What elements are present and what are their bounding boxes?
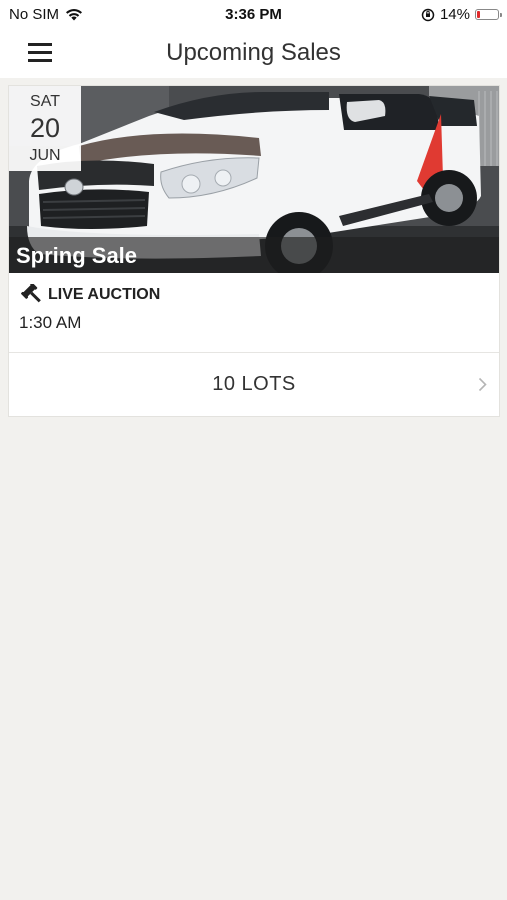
battery-percent: 14% <box>439 6 470 23</box>
chevron-right-icon <box>478 377 487 392</box>
sale-card[interactable]: SAT 20 JUN Spring Sale LIVE AUCTION 1:30… <box>8 85 500 417</box>
sale-time: 1:30 AM <box>19 313 82 332</box>
date-day: 20 <box>29 113 61 143</box>
nav-bar: Upcoming Sales <box>0 30 507 78</box>
battery-level <box>477 11 480 18</box>
sale-name[interactable]: Spring Sale <box>16 243 137 269</box>
date-weekday: SAT <box>30 93 60 110</box>
page-title: Upcoming Sales <box>166 39 341 66</box>
lots-button[interactable]: 10 LOTS <box>9 353 499 416</box>
auction-type: LIVE AUCTION <box>21 284 160 306</box>
date-month: JUN <box>29 147 61 164</box>
sale-name-band: Spring Sale <box>9 237 499 273</box>
orientation-lock-icon <box>421 8 435 21</box>
date-badge: SAT 20 JUN <box>9 86 81 171</box>
lots-label: 10 LOTS <box>212 373 296 395</box>
gavel-icon <box>21 284 41 303</box>
status-right: 14% <box>421 6 502 23</box>
auction-type-label: LIVE AUCTION <box>48 286 161 303</box>
status-bar: No SIM 3:36 PM 14% <box>0 0 507 30</box>
battery-icon <box>475 9 502 20</box>
sale-image[interactable]: SAT 20 JUN Spring Sale <box>9 86 499 273</box>
